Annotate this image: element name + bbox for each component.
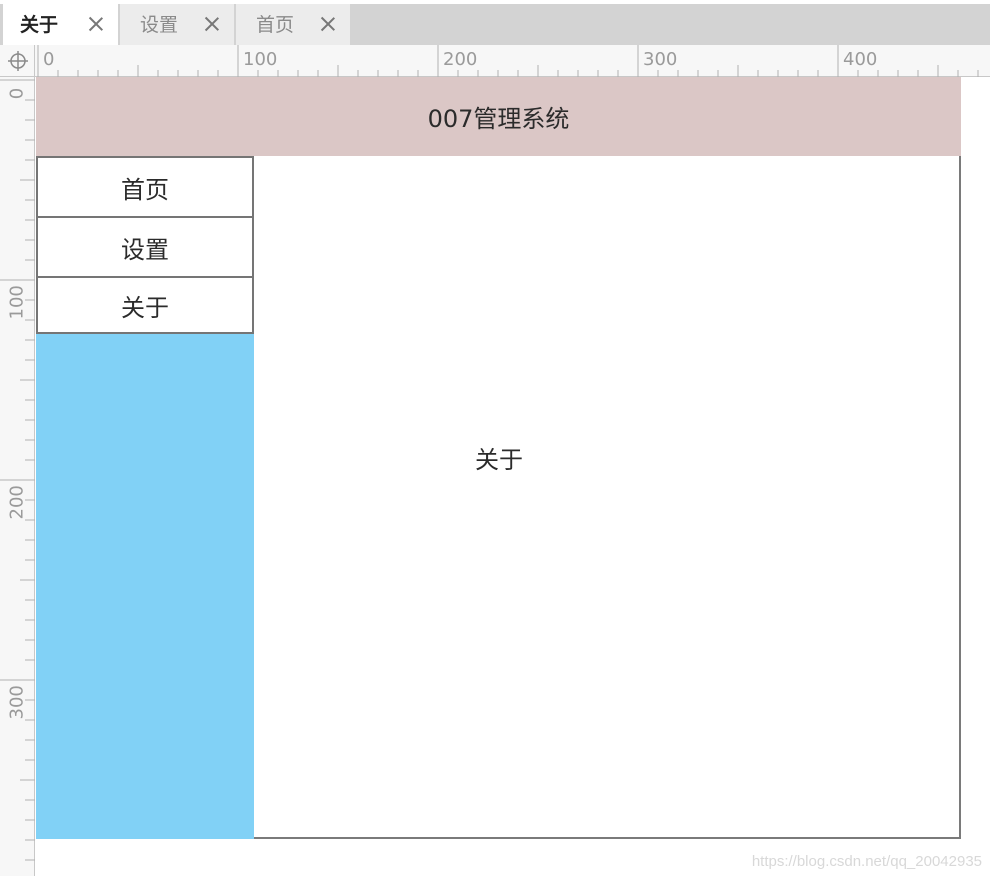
watermark: https://blog.csdn.net/qq_20042935 <box>751 853 982 870</box>
menu-item-about[interactable]: 关于 <box>36 276 254 334</box>
menu-item-label: 首页 <box>121 175 169 204</box>
tab-home[interactable]: 首页 <box>236 4 350 45</box>
ruler-label: 200 <box>6 485 28 520</box>
tab-about[interactable]: 关于 <box>3 4 118 45</box>
ruler-label: 300 <box>643 49 678 70</box>
ruler-label: 0 <box>43 49 55 70</box>
tab-settings-label: 设置 <box>140 14 179 36</box>
ruler-label: 300 <box>6 685 28 720</box>
tab-settings[interactable]: 设置 <box>120 4 234 45</box>
menu-item-home[interactable]: 首页 <box>36 156 254 218</box>
ruler-label: 100 <box>243 49 278 70</box>
sidebar <box>36 334 254 839</box>
ruler-label: 0 <box>6 87 28 100</box>
tab-about-label: 关于 <box>20 14 59 36</box>
menu-item-label: 设置 <box>121 235 169 264</box>
app-header: 007管理系统 <box>36 77 961 156</box>
close-icon[interactable] <box>204 16 220 32</box>
ruler-horizontal: 0 100 200 300 400 <box>35 45 990 77</box>
crosshair-icon <box>8 51 28 71</box>
ruler-vertical: 0 100 200 300 <box>0 77 35 876</box>
ruler-label: 200 <box>443 49 478 70</box>
tab-home-label: 首页 <box>256 14 295 36</box>
ruler-label: 400 <box>843 49 878 70</box>
ruler-corner[interactable] <box>0 45 35 77</box>
close-icon[interactable] <box>88 16 104 32</box>
app-title: 007管理系统 <box>427 105 570 133</box>
menu-item-label: 关于 <box>121 293 169 322</box>
close-icon[interactable] <box>320 16 336 32</box>
menu-item-settings[interactable]: 设置 <box>36 216 254 278</box>
ruler-label: 100 <box>6 285 28 320</box>
main-content-text: 关于 <box>475 446 523 474</box>
ruler-vertical-ticks <box>0 79 35 861</box>
tab-bar: 关于 设置 首页 <box>0 0 990 45</box>
